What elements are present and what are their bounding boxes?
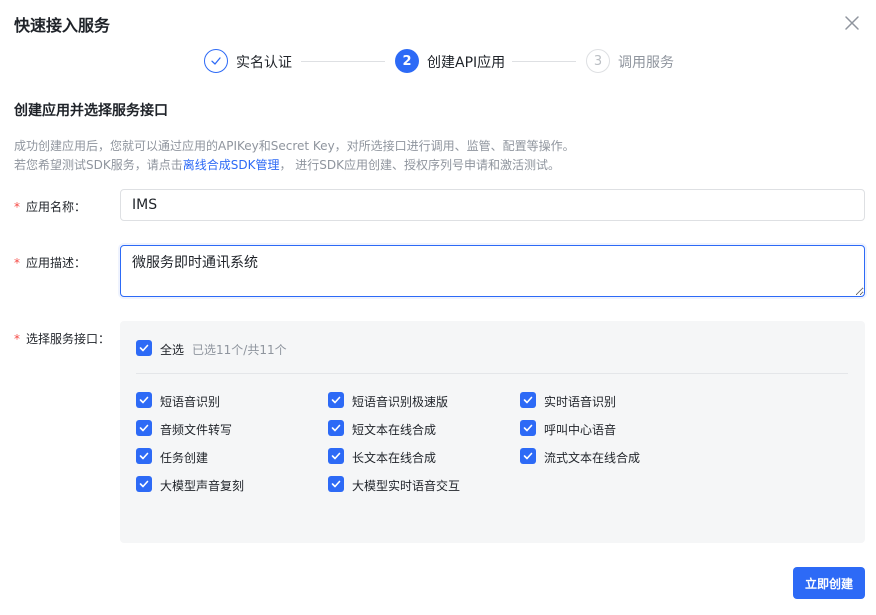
app-desc-textarea[interactable]: 微服务即时通讯系统 (120, 245, 865, 297)
service-label[interactable]: 大模型声音复刻 (160, 477, 244, 494)
section-title: 创建应用并选择服务接口 (14, 103, 168, 119)
step-connector (301, 61, 385, 62)
close-icon[interactable] (842, 13, 862, 33)
create-button[interactable]: 立即创建 (793, 567, 865, 599)
service-checkbox[interactable] (328, 476, 344, 492)
service-checkbox[interactable] (520, 448, 536, 464)
selected-count: 已选11个/共11个 (192, 343, 287, 357)
service-label[interactable]: 实时语音识别 (544, 393, 616, 410)
step-1-check-icon (204, 49, 228, 73)
service-label[interactable]: 音频文件转写 (160, 421, 232, 438)
required-mark: * (14, 200, 20, 214)
select-all-checkbox[interactable] (136, 340, 152, 356)
service-checkbox[interactable] (136, 392, 152, 408)
service-panel: 全选 已选11个/共11个 短语音识别 短语音识别极速版 实时语音识别音频文件转写 短… (120, 321, 865, 543)
service-label[interactable]: 呼叫中心语音 (544, 421, 616, 438)
service-label[interactable]: 短语音识别 (160, 393, 220, 410)
app-desc-label-text: 应用描述： (26, 256, 87, 270)
step-connector (512, 61, 576, 62)
step-3-number: 3 (586, 49, 610, 73)
step-2-number: 2 (395, 49, 419, 73)
service-checkbox[interactable] (328, 392, 344, 408)
service-checkbox[interactable] (520, 420, 536, 436)
service-checkbox[interactable] (328, 448, 344, 464)
description-prefix: 若您希望测试SDK服务，请点击 (14, 158, 183, 172)
dialog-title: 快速接入服务 (14, 16, 111, 35)
description-suffix: ， 进行SDK应用创建、授权序列号申请和激活测试。 (279, 158, 561, 172)
app-desc-label: * 应用描述： (14, 254, 86, 271)
service-label: * 选择服务接口： (14, 330, 110, 347)
service-checkbox[interactable] (520, 392, 536, 408)
step-1-label: 实名认证 (236, 55, 292, 71)
app-name-label-text: 应用名称： (26, 200, 87, 214)
service-checkbox[interactable] (136, 420, 152, 436)
select-all-label[interactable]: 全选 (160, 341, 184, 358)
step-2-label: 创建API应用 (427, 55, 506, 71)
service-label[interactable]: 短语音识别极速版 (352, 393, 448, 410)
service-checkbox[interactable] (328, 420, 344, 436)
service-label[interactable]: 任务创建 (160, 449, 208, 466)
required-mark: * (14, 256, 20, 270)
app-name-input[interactable] (120, 189, 865, 221)
sdk-management-link[interactable]: 离线合成SDK管理 (183, 158, 280, 172)
service-label[interactable]: 流式文本在线合成 (544, 449, 640, 466)
service-label[interactable]: 长文本在线合成 (352, 449, 436, 466)
step-3-label: 调用服务 (618, 55, 674, 71)
required-mark: * (14, 332, 20, 346)
description-line-1: 成功创建应用后，您就可以通过应用的APIKey和Secret Key，对所选接口… (14, 139, 575, 153)
service-checkbox[interactable] (136, 448, 152, 464)
service-label-text: 选择服务接口： (26, 332, 111, 346)
step-indicator: 实名认证 2 创建API应用 3 调用服务 (0, 49, 876, 75)
app-name-label: * 应用名称： (14, 198, 86, 215)
description-line-2: 若您希望测试SDK服务，请点击离线合成SDK管理， 进行SDK应用创建、授权序列… (14, 156, 560, 173)
divider (136, 373, 848, 374)
service-label[interactable]: 短文本在线合成 (352, 421, 436, 438)
service-checkbox[interactable] (136, 476, 152, 492)
service-label[interactable]: 大模型实时语音交互 (352, 477, 460, 494)
